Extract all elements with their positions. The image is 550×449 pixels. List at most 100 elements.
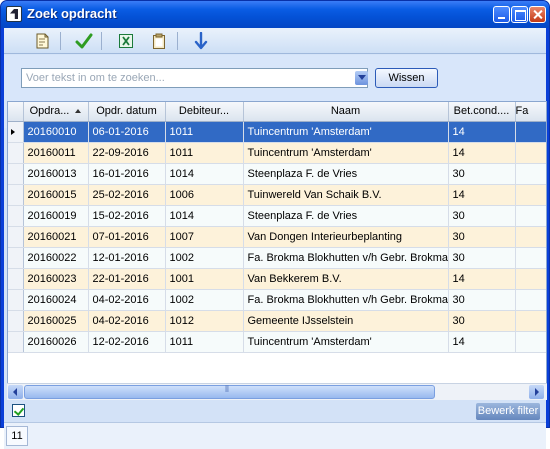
table-cell[interactable]: 14 (448, 142, 516, 164)
close-button[interactable] (529, 6, 546, 23)
clear-button[interactable]: Wissen (375, 68, 438, 88)
table-cell[interactable]: 14 (448, 184, 516, 206)
table-cell[interactable]: 22-01-2016 (88, 268, 166, 290)
table-cell[interactable] (515, 247, 546, 269)
table-row[interactable]: 20160013 16-01-2016 1014 Steenplaza F. de V… (8, 163, 546, 185)
table-cell[interactable]: Tuincentrum 'Amsterdam' (243, 121, 449, 143)
row-indicator[interactable] (8, 142, 24, 164)
table-cell[interactable]: 20160023 (23, 268, 89, 290)
table-cell[interactable]: 1011 (165, 331, 244, 353)
table-cell[interactable] (515, 121, 546, 143)
table-cell[interactable] (515, 205, 546, 227)
column-header[interactable]: Naam (243, 102, 449, 122)
table-cell[interactable]: 06-01-2016 (88, 121, 166, 143)
table-cell[interactable]: 20160026 (23, 331, 89, 353)
column-header[interactable]: Debiteur... (165, 102, 244, 122)
table-row[interactable]: 20160025 04-02-2016 1012 Gemeente IJsselste… (8, 310, 546, 332)
row-indicator[interactable] (8, 310, 24, 332)
table-cell[interactable]: 12-02-2016 (88, 331, 166, 353)
horizontal-scrollbar[interactable] (7, 383, 547, 400)
table-row[interactable]: 20160022 12-01-2016 1002 Fa. Brokma Blokhut… (8, 247, 546, 269)
table-row[interactable]: 20160021 07-01-2016 1007 Van Dongen Interie… (8, 226, 546, 248)
table-cell[interactable]: 1007 (165, 226, 244, 248)
new-document-icon[interactable] (32, 31, 52, 51)
scroll-left-icon[interactable] (8, 385, 23, 399)
table-cell[interactable]: 1001 (165, 268, 244, 290)
search-dropdown-button[interactable] (355, 71, 368, 85)
table-cell[interactable]: 30 (448, 289, 516, 311)
table-cell[interactable] (515, 289, 546, 311)
search-input[interactable]: Voer tekst in om te zoeken... (21, 68, 368, 88)
table-cell[interactable] (515, 226, 546, 248)
table-cell[interactable]: 30 (448, 247, 516, 269)
filter-enabled-checkbox[interactable] (12, 404, 25, 417)
table-cell[interactable]: 04-02-2016 (88, 310, 166, 332)
table-cell[interactable]: 1012 (165, 310, 244, 332)
table-cell[interactable]: 20160022 (23, 247, 89, 269)
table-cell[interactable]: Fa. Brokma Blokhutten v/h Gebr. Brokma (243, 289, 449, 311)
table-cell[interactable]: 1014 (165, 205, 244, 227)
table-row[interactable]: 20160010 06-01-2016 1011 Tuincentrum 'Amste… (8, 121, 546, 143)
table-cell[interactable]: 12-01-2016 (88, 247, 166, 269)
table-cell[interactable]: 20160021 (23, 226, 89, 248)
table-cell[interactable]: 20160024 (23, 289, 89, 311)
minimize-button[interactable] (493, 6, 510, 23)
table-cell[interactable]: 20160013 (23, 163, 89, 185)
table-row[interactable]: 20160015 25-02-2016 1006 Tuinwereld Van Sch… (8, 184, 546, 206)
table-cell[interactable]: Tuincentrum 'Amsterdam' (243, 142, 449, 164)
table-cell[interactable] (515, 268, 546, 290)
column-header[interactable]: Fa (515, 102, 546, 122)
table-cell[interactable] (515, 331, 546, 353)
table-cell[interactable]: 30 (448, 310, 516, 332)
edit-filter-button[interactable]: Bewerk filter (476, 403, 540, 420)
table-cell[interactable]: Van Dongen Interieurbeplanting (243, 226, 449, 248)
table-cell[interactable]: 30 (448, 226, 516, 248)
table-row[interactable]: 20160011 22-09-2016 1011 Tuincentrum 'Amste… (8, 142, 546, 164)
table-cell[interactable]: 25-02-2016 (88, 184, 166, 206)
table-row[interactable]: 20160026 12-02-2016 1011 Tuincentrum 'Amste… (8, 331, 546, 353)
table-cell[interactable]: 14 (448, 331, 516, 353)
table-row[interactable]: 20160023 22-01-2016 1001 Van Bekkerem B.V. 1… (8, 268, 546, 290)
clipboard-icon[interactable] (149, 31, 169, 51)
table-row[interactable]: 20160024 04-02-2016 1002 Fa. Brokma Blokhut… (8, 289, 546, 311)
table-cell[interactable]: 1011 (165, 142, 244, 164)
table-cell[interactable]: 20160025 (23, 310, 89, 332)
table-cell[interactable]: 20160011 (23, 142, 89, 164)
maximize-button[interactable] (511, 6, 528, 23)
down-arrow-icon[interactable] (191, 31, 211, 51)
scroll-thumb[interactable] (24, 384, 435, 399)
table-cell[interactable]: Van Bekkerem B.V. (243, 268, 449, 290)
table-cell[interactable]: 1014 (165, 163, 244, 185)
title-bar[interactable]: Zoek opdracht (1, 1, 549, 28)
table-cell[interactable]: 20160019 (23, 205, 89, 227)
table-cell[interactable] (515, 163, 546, 185)
table-cell[interactable]: 1006 (165, 184, 244, 206)
row-indicator[interactable] (8, 268, 24, 290)
column-header[interactable]: Opdra... (23, 102, 89, 122)
row-indicator[interactable] (8, 205, 24, 227)
table-cell[interactable]: 07-01-2016 (88, 226, 166, 248)
check-icon[interactable] (74, 31, 94, 51)
table-cell[interactable] (515, 310, 546, 332)
row-indicator[interactable] (8, 289, 24, 311)
table-cell[interactable] (515, 142, 546, 164)
row-indicator[interactable] (8, 226, 24, 248)
row-indicator[interactable] (8, 331, 24, 353)
table-cell[interactable]: 15-02-2016 (88, 205, 166, 227)
excel-icon[interactable] (116, 31, 136, 51)
table-cell[interactable]: Steenplaza F. de Vries (243, 205, 449, 227)
row-indicator[interactable] (8, 247, 24, 269)
row-indicator[interactable] (8, 184, 24, 206)
table-cell[interactable]: 20160010 (23, 121, 89, 143)
table-cell[interactable]: 04-02-2016 (88, 289, 166, 311)
table-cell[interactable]: Steenplaza F. de Vries (243, 163, 449, 185)
row-indicator[interactable] (8, 163, 24, 185)
table-cell[interactable]: 22-09-2016 (88, 142, 166, 164)
table-cell[interactable]: Tuinwereld Van Schaik B.V. (243, 184, 449, 206)
table-cell[interactable]: Tuincentrum 'Amsterdam' (243, 331, 449, 353)
column-header[interactable]: Bet.cond.... (448, 102, 516, 122)
table-cell[interactable]: 1002 (165, 247, 244, 269)
table-row[interactable]: 20160019 15-02-2016 1014 Steenplaza F. de V… (8, 205, 546, 227)
table-cell[interactable] (515, 184, 546, 206)
table-cell[interactable]: 30 (448, 163, 516, 185)
